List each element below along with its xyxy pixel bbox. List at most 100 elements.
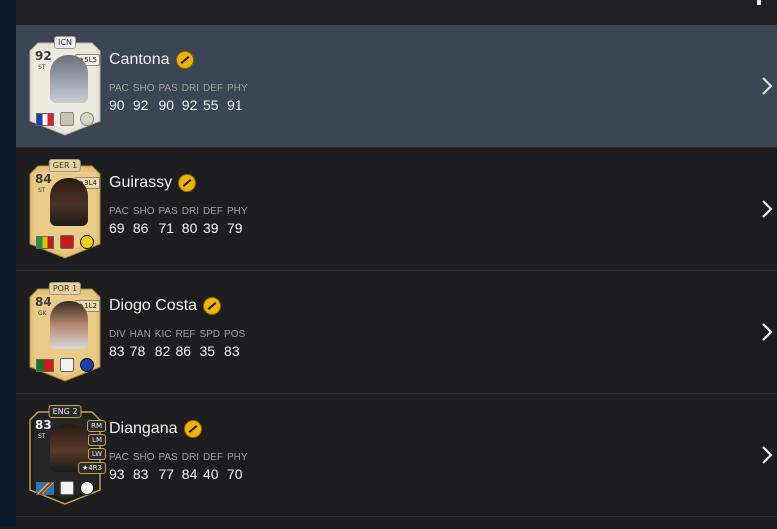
stat-label: PHY (227, 206, 248, 217)
list-header-bar (16, 0, 777, 25)
league-icon (60, 235, 74, 249)
stat-label: DEF (203, 206, 224, 217)
stat-value: 84 (181, 466, 198, 482)
next-row-partial (16, 517, 777, 529)
evolution-icon (178, 174, 197, 192)
card-tag: ENG 2 (48, 405, 82, 418)
stat-value: 83 (132, 466, 149, 482)
stat-label: DRI (181, 452, 200, 463)
stat-value: 90 (109, 97, 125, 113)
stat-block: PAC 90 SHO 92 PAS 90 DRI 92 DEF 55 PHY 91 (109, 83, 252, 113)
stat-label: PAC (109, 206, 129, 217)
stat-value: 92 (132, 97, 149, 113)
player-row-diogo-costa[interactable]: POR 1 84 GK ★1L2 Diogo Costa DIV 83 HAN 78… (16, 271, 777, 394)
league-icon (60, 481, 74, 495)
chem-style-badge: ★4R3 (77, 462, 106, 474)
stat-label: SHO (132, 206, 155, 217)
player-card: GER 1 84 ST ★3L4 (28, 159, 102, 260)
player-portrait (50, 55, 88, 103)
stat-value: 79 (227, 220, 243, 236)
stat-label: POS (224, 329, 246, 340)
player-row-diangana[interactable]: ENG 2 83 ST RM LM LW ★4R3 Diangana PAC 93… (16, 394, 777, 517)
stat-label: HAN (129, 329, 151, 340)
dr-congo-flag-icon (36, 482, 54, 495)
stat-label: KIC (154, 329, 172, 340)
card-tag: POR 1 (48, 282, 82, 295)
stat-label: SPD (199, 329, 221, 340)
player-name: Guirassy (109, 174, 173, 191)
stat-value: 93 (109, 466, 125, 482)
card-rating: 84 (35, 295, 52, 309)
evolution-icon (175, 51, 194, 69)
stat-value: 40 (203, 466, 219, 482)
stat-value: 69 (109, 220, 125, 236)
player-portrait (50, 178, 88, 226)
stat-value: 86 (132, 220, 149, 236)
stat-value: 91 (227, 97, 243, 113)
chevron-right-icon[interactable] (761, 322, 773, 342)
stat-label: PHY (227, 452, 248, 463)
stat-value: 83 (224, 343, 240, 359)
card-rating: 92 (35, 49, 52, 63)
stat-value: 78 (129, 343, 146, 359)
club-icon (80, 235, 94, 249)
card-tag: ICN (54, 36, 76, 49)
background-strip (0, 0, 16, 526)
league-icon (60, 112, 74, 126)
stat-label: PHY (227, 83, 248, 94)
stat-label: DEF (203, 83, 224, 94)
alt-position-badge: RM (87, 420, 106, 432)
stat-value: 92 (181, 97, 198, 113)
stat-label: SHO (132, 83, 155, 94)
card-position: ST (38, 433, 46, 440)
club-icon (80, 112, 94, 126)
player-card: ENG 2 83 ST RM LM LW ★4R3 (28, 405, 106, 506)
player-name: Cantona (109, 51, 170, 68)
stat-label: PAC (109, 452, 129, 463)
evolution-icon (203, 297, 222, 315)
chevron-right-icon[interactable] (761, 76, 773, 96)
stat-label: DRI (181, 206, 200, 217)
france-flag-icon (36, 113, 54, 126)
player-card: ICN 92 ST ★5L5 (28, 36, 102, 137)
stat-label: PAC (109, 83, 129, 94)
stat-value: 83 (109, 343, 125, 359)
player-card: POR 1 84 GK ★1L2 (28, 282, 102, 383)
stat-label: DIV (109, 329, 126, 340)
stat-label: PAS (158, 206, 178, 217)
stat-label: DRI (181, 83, 200, 94)
stat-label: PAS (158, 452, 178, 463)
club-icon (80, 481, 94, 495)
stat-label: SHO (132, 452, 155, 463)
stat-label: DEF (203, 452, 224, 463)
evolution-icon (183, 420, 202, 438)
chevron-right-icon[interactable] (761, 199, 773, 219)
stat-block: PAC 69 SHO 86 PAS 71 DRI 80 DEF 39 PHY 79 (109, 206, 252, 236)
chevron-right-icon[interactable] (761, 445, 773, 465)
player-name: Diangana (109, 420, 178, 437)
card-rating: 83 (35, 418, 52, 432)
card-position: GK (38, 310, 47, 317)
stat-label: PAS (158, 83, 178, 94)
league-icon (60, 358, 74, 372)
stat-block: DIV 83 HAN 78 KIC 82 REF 86 SPD 35 POS 83 (109, 329, 249, 359)
stat-label: REF (175, 329, 196, 340)
card-rating: 84 (35, 172, 52, 186)
player-list: ICN 92 ST ★5L5 Cantona PAC 90 SHO 92 PAS 90… (16, 25, 777, 529)
player-row-cantona[interactable]: ICN 92 ST ★5L5 Cantona PAC 90 SHO 92 PAS 90… (16, 25, 777, 148)
card-position: ST (38, 64, 46, 71)
stat-value: 35 (199, 343, 216, 359)
player-row-guirassy[interactable]: GER 1 84 ST ★3L4 Guirassy PAC 69 SHO 86 PA… (16, 148, 777, 271)
stat-value: 86 (175, 343, 192, 359)
stat-block: PAC 93 SHO 83 PAS 77 DRI 84 DEF 40 PHY 70 (109, 452, 252, 482)
club-icon (80, 358, 94, 372)
stat-value: 55 (203, 97, 219, 113)
stat-value: 77 (158, 466, 175, 482)
player-portrait (50, 301, 88, 349)
alt-position-badge: LW (87, 448, 106, 460)
stat-value: 80 (181, 220, 198, 236)
alt-position-badge: LM (88, 434, 106, 446)
card-tag: GER 1 (48, 159, 82, 172)
stat-value: 39 (203, 220, 219, 236)
stat-value: 90 (158, 97, 175, 113)
